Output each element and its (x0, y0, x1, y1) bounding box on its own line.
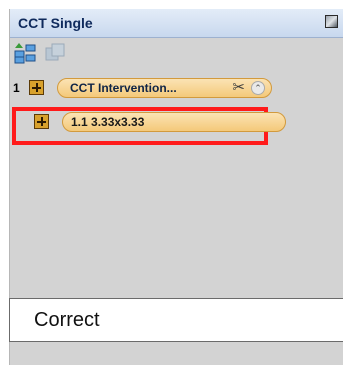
maximize-icon[interactable] (325, 15, 338, 28)
scissors-icon[interactable]: ✂ (232, 80, 245, 96)
add-node-icon[interactable] (14, 42, 36, 64)
tree-item-label: CCT Intervention... (70, 81, 177, 95)
panel-toolbar (10, 38, 343, 68)
tree-item-number: 1 (13, 81, 20, 95)
tree-item-1-1-pill[interactable]: 1.1 3.33x3.33 (62, 112, 286, 132)
plus-box-icon[interactable] (29, 80, 44, 95)
plus-box-icon[interactable] (34, 114, 49, 129)
status-text: Correct (34, 309, 100, 331)
panel-titlebar: CCT Single (10, 9, 343, 38)
tree-item-1-1[interactable]: 1.1 3.33x3.33 (20, 112, 286, 132)
status-footer: Correct (9, 298, 343, 342)
chevron-up-icon[interactable]: ⌃ (251, 81, 265, 95)
tree-item-1-pill[interactable]: CCT Intervention... ✂ ⌃ (57, 78, 272, 98)
panel-title: CCT Single (18, 15, 93, 31)
tree-item-label: 1.1 3.33x3.33 (71, 115, 145, 129)
copy-node-icon[interactable] (44, 42, 66, 64)
tree-item-1[interactable]: 1 CCT Intervention... ✂ ⌃ (9, 78, 343, 98)
